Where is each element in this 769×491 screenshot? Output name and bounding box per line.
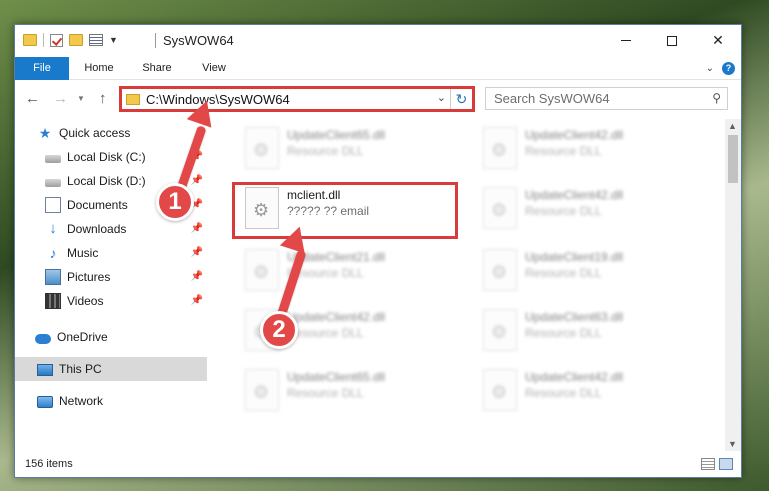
drive-icon: [45, 155, 61, 163]
file-tile[interactable]: UpdateClient19.dll Resource DLL: [475, 243, 705, 299]
back-arrow-icon[interactable]: ←: [25, 90, 40, 107]
sidebar-item-quick-access[interactable]: ★ Quick access: [15, 121, 207, 145]
details-view-icon[interactable]: [701, 458, 715, 470]
file-tile[interactable]: UpdateClient42.dll Resource DLL: [475, 181, 705, 237]
star-icon: ★: [38, 125, 52, 141]
pin-icon[interactable]: 📌: [191, 175, 203, 186]
file-tile[interactable]: UpdateClient42.dll Resource DLL: [475, 363, 705, 419]
cloud-icon: [35, 333, 51, 344]
navigation-pane: ★ Quick access Local Disk (C:) 📌 Local D…: [15, 119, 207, 451]
tab-view[interactable]: View: [198, 57, 230, 80]
status-bar: 156 items: [15, 453, 741, 477]
step-badge-2: 2: [260, 311, 298, 349]
up-arrow-icon[interactable]: ↑: [99, 90, 107, 107]
dll-file-icon: [245, 127, 279, 169]
dll-file-icon: [483, 127, 517, 169]
scroll-thumb[interactable]: [728, 135, 738, 183]
pin-icon[interactable]: 📌: [191, 295, 203, 306]
help-icon[interactable]: ?: [722, 62, 735, 75]
step-badge-1: 1: [156, 183, 194, 221]
picture-icon: [45, 269, 61, 285]
address-bar[interactable]: C:\Windows\SysWOW64 ⌄ ↻: [119, 86, 475, 112]
scroll-down-icon[interactable]: ▼: [728, 439, 737, 449]
minimize-button[interactable]: [603, 25, 649, 56]
tab-file[interactable]: File: [15, 57, 69, 80]
tiles-view-icon[interactable]: [719, 458, 733, 470]
sidebar-item-videos[interactable]: Videos 📌: [15, 289, 207, 313]
search-box[interactable]: ⚲: [485, 87, 728, 110]
file-list: UpdateClient65.dll Resource DLL UpdateCl…: [207, 119, 725, 451]
pin-icon[interactable]: 📌: [191, 247, 203, 258]
drive-icon: [45, 179, 61, 187]
properties-check-icon[interactable]: [50, 33, 63, 47]
sidebar-item-network[interactable]: Network: [15, 389, 207, 413]
tab-home[interactable]: Home: [81, 57, 117, 80]
sidebar-item-music[interactable]: ♪ Music 📌: [15, 241, 207, 265]
ribbon-tabs: File Home Share View ⌄ ?: [15, 57, 741, 80]
computer-icon: [37, 364, 53, 376]
customize-icon[interactable]: [89, 34, 103, 46]
recent-locations-icon[interactable]: ▼: [77, 94, 85, 103]
dll-file-icon: [483, 187, 517, 229]
chevron-down-icon[interactable]: ⌄: [437, 91, 446, 104]
music-icon: ♪: [49, 245, 57, 261]
vertical-scrollbar[interactable]: ▲ ▼: [725, 119, 741, 451]
title-bar: ▼ SysWOW64 ✕: [15, 25, 741, 57]
pin-icon[interactable]: 📌: [191, 271, 203, 282]
sidebar-item-pictures[interactable]: Pictures 📌: [15, 265, 207, 289]
folder-icon: [23, 34, 37, 46]
item-count: 156 items: [25, 458, 73, 470]
explorer-window: ▼ SysWOW64 ✕ File Home Share View ⌄ ? ← …: [14, 24, 742, 478]
document-icon: [45, 197, 61, 213]
pin-icon[interactable]: 📌: [191, 223, 203, 234]
tab-share[interactable]: Share: [139, 57, 175, 80]
close-button[interactable]: ✕: [695, 25, 741, 56]
file-tile[interactable]: UpdateClient65.dll Resource DLL: [237, 121, 467, 177]
network-icon: [37, 396, 53, 408]
quick-access-toolbar: ▼: [23, 33, 118, 47]
download-icon: ↓: [49, 220, 57, 237]
file-tile[interactable]: UpdateClient63.dll Resource DLL: [475, 303, 705, 359]
scroll-up-icon[interactable]: ▲: [728, 121, 737, 131]
forward-arrow-icon[interactable]: →: [53, 90, 68, 107]
expand-ribbon-icon[interactable]: ⌄: [706, 63, 714, 74]
video-icon: [45, 293, 61, 309]
folder-icon: [126, 94, 140, 105]
minimize-icon: [621, 40, 631, 41]
navigation-bar: ← → ▼ ↑ C:\Windows\SysWOW64 ⌄ ↻ ⚲: [15, 81, 741, 117]
dll-file-icon: [245, 249, 279, 291]
dll-file-icon: [483, 249, 517, 291]
sidebar-item-this-pc[interactable]: This PC: [15, 357, 207, 381]
new-folder-icon[interactable]: [69, 34, 83, 46]
maximize-button[interactable]: [649, 25, 695, 56]
maximize-icon: [667, 35, 677, 46]
sidebar-item-local-disk-c[interactable]: Local Disk (C:) 📌: [15, 145, 207, 169]
sidebar-item-onedrive[interactable]: OneDrive: [15, 325, 207, 349]
search-input[interactable]: [486, 88, 696, 109]
dll-file-icon: [245, 369, 279, 411]
refresh-icon[interactable]: ↻: [450, 89, 472, 109]
file-tile[interactable]: UpdateClient21.dll Resource DLL: [237, 243, 467, 299]
close-icon: ✕: [712, 32, 724, 48]
file-highlight-box: [232, 182, 458, 239]
dll-file-icon: [483, 369, 517, 411]
search-icon[interactable]: ⚲: [712, 91, 721, 105]
dll-file-icon: [483, 309, 517, 351]
chevron-down-icon[interactable]: ▼: [109, 35, 118, 45]
file-tile[interactable]: UpdateClient42.dll Resource DLL: [475, 121, 705, 177]
file-tile[interactable]: UpdateClient65.dll Resource DLL: [237, 363, 467, 419]
window-title: SysWOW64: [163, 33, 234, 48]
